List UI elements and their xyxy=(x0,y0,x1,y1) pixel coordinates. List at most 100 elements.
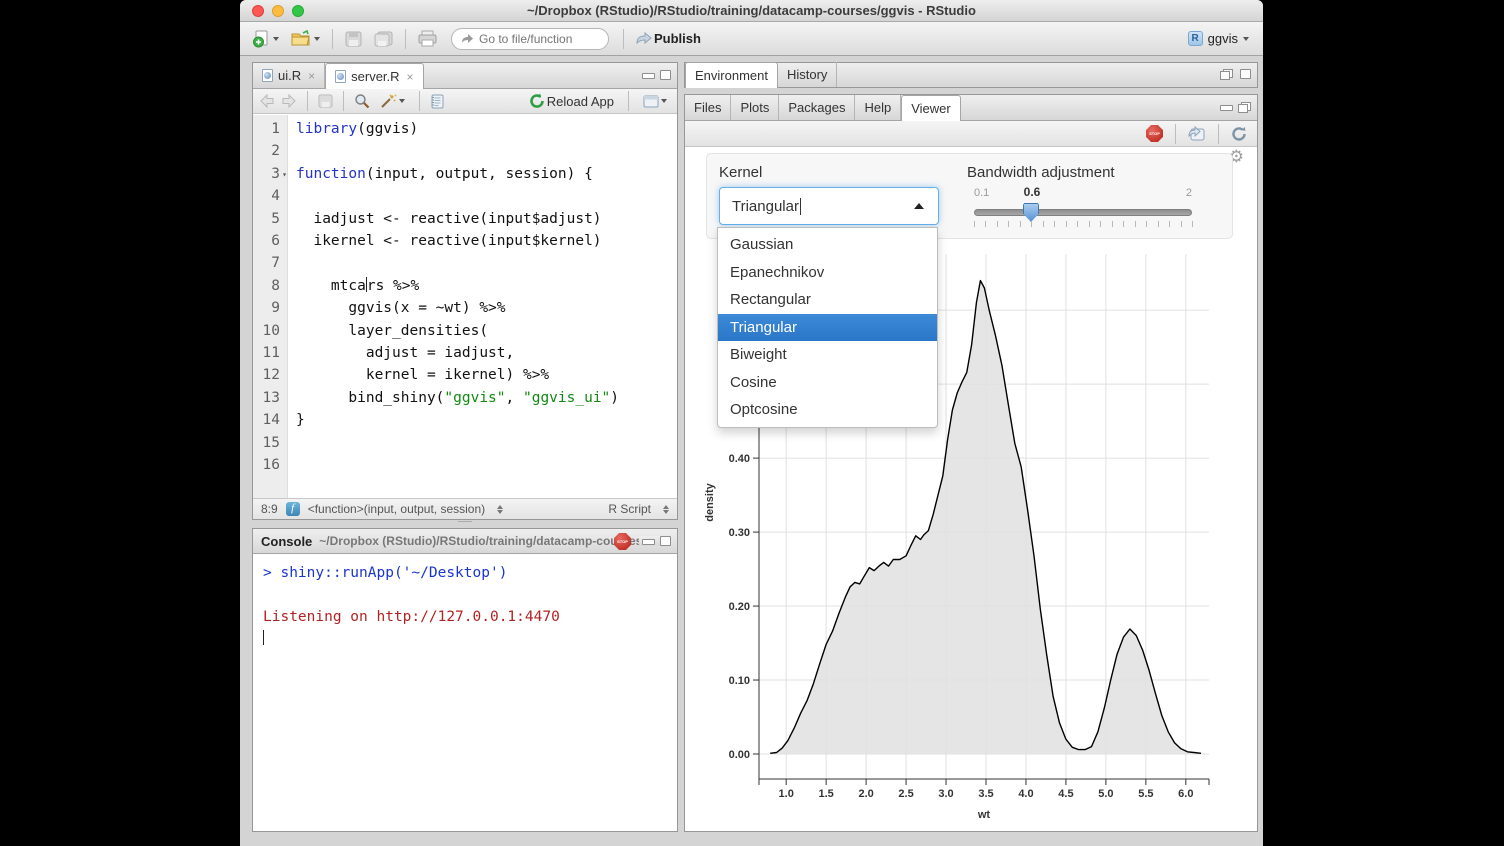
stop-app-icon[interactable]: STOP xyxy=(1146,125,1163,142)
titlebar: ~/Dropbox (RStudio)/RStudio/training/dat… xyxy=(240,0,1263,22)
svg-text:wt: wt xyxy=(977,809,991,821)
source-pane: ui.R × server.R × xyxy=(252,62,678,520)
close-tab-icon[interactable]: × xyxy=(308,69,315,83)
cursor-position: 8:9 xyxy=(261,502,278,516)
reload-app-button[interactable]: Reload App xyxy=(525,90,618,112)
maximize-pane-icon[interactable] xyxy=(1240,69,1251,79)
publish-button[interactable]: Publish xyxy=(632,28,705,49)
r-file-icon xyxy=(262,69,273,82)
svg-text:4.5: 4.5 xyxy=(1058,788,1073,800)
tab-viewer[interactable]: Viewer xyxy=(901,95,961,121)
open-file-button[interactable] xyxy=(287,27,324,50)
project-menu-button[interactable]: R ggvis xyxy=(1182,28,1255,49)
minimize-pane-icon[interactable] xyxy=(1220,102,1231,112)
window-title: ~/Dropbox (RStudio)/RStudio/training/dat… xyxy=(240,3,1263,18)
reload-app-label: Reload App xyxy=(547,94,614,109)
tab-label: History xyxy=(787,67,827,82)
kernel-select-value: Triangular xyxy=(732,198,799,215)
source-menu-button[interactable] xyxy=(639,92,671,111)
restore-pane-icon[interactable] xyxy=(1220,69,1233,80)
minimize-window-button[interactable] xyxy=(272,5,284,17)
search-icon[interactable] xyxy=(354,93,370,109)
file-type-indicator[interactable]: R Script xyxy=(608,502,651,516)
code-line: layer_densities( xyxy=(296,320,619,342)
svg-text:3.0: 3.0 xyxy=(938,788,953,800)
slider-handle[interactable] xyxy=(1023,203,1039,222)
minimize-pane-icon[interactable] xyxy=(642,536,653,546)
dropdown-option-rectangular[interactable]: Rectangular xyxy=(718,286,937,314)
code-line: } xyxy=(296,409,619,431)
dropdown-option-gaussian[interactable]: Gaussian xyxy=(718,231,937,259)
tab-label: Plots xyxy=(740,100,769,115)
tab-ui-r[interactable]: ui.R × xyxy=(253,63,325,88)
save-button[interactable] xyxy=(341,28,366,50)
svg-text:5.0: 5.0 xyxy=(1098,788,1113,800)
dropdown-option-optcosine[interactable]: Optcosine xyxy=(718,396,937,424)
print-icon xyxy=(418,30,437,47)
code-tools-button[interactable] xyxy=(376,91,409,112)
goto-file-search[interactable] xyxy=(451,28,609,50)
close-tab-icon[interactable]: × xyxy=(407,70,414,84)
fold-caret-icon[interactable]: ▾ xyxy=(282,164,287,186)
viewer-tabbar: Files Plots Packages Help Viewer xyxy=(685,95,1257,121)
code-line: kernel = ikernel) %>% xyxy=(296,364,619,386)
forward-icon[interactable] xyxy=(281,94,297,108)
dropdown-option-cosine[interactable]: Cosine xyxy=(718,369,937,397)
bandwidth-label: Bandwidth adjustment xyxy=(967,164,1115,181)
print-button[interactable] xyxy=(414,27,441,50)
maximize-pane-icon[interactable] xyxy=(660,536,671,546)
editor-statusbar: 8:9 f <function>(input, output, session)… xyxy=(253,498,677,519)
code-line: library(ggvis) xyxy=(296,118,619,140)
open-file-caret-icon xyxy=(314,37,320,41)
console-output[interactable]: > shiny::runApp('~/Desktop')Listening on… xyxy=(253,554,677,658)
code-line: function(input, output, session) { xyxy=(296,163,619,185)
kernel-select[interactable]: Triangular xyxy=(719,187,939,225)
tab-label: ui.R xyxy=(278,68,301,83)
new-file-button[interactable] xyxy=(248,27,283,51)
svg-text:0.00: 0.00 xyxy=(729,749,750,761)
dropdown-option-biweight[interactable]: Biweight xyxy=(718,341,937,369)
new-file-icon xyxy=(252,30,271,48)
editor-toolbar: Reload App xyxy=(253,89,677,114)
tab-help[interactable]: Help xyxy=(855,95,901,120)
open-in-new-window-icon[interactable] xyxy=(1188,126,1206,141)
code-line xyxy=(296,185,619,207)
project-caret-icon xyxy=(1243,37,1249,41)
save-icon[interactable] xyxy=(318,94,333,108)
code-editor[interactable]: 123▾45678910111213141516 library(ggvis)f… xyxy=(253,115,677,498)
tab-server-r[interactable]: server.R × xyxy=(325,63,423,89)
maximize-pane-icon[interactable] xyxy=(660,70,671,80)
slider-track[interactable] xyxy=(974,209,1192,216)
svg-text:0.10: 0.10 xyxy=(729,675,750,687)
tab-files[interactable]: Files xyxy=(685,95,731,120)
goto-file-input[interactable] xyxy=(479,32,579,46)
console-line xyxy=(263,584,667,606)
dropdown-option-epanechnikov[interactable]: Epanechnikov xyxy=(718,259,937,287)
console-cursor xyxy=(263,630,264,645)
close-window-button[interactable] xyxy=(252,5,264,17)
minimize-pane-icon[interactable] xyxy=(642,70,653,80)
refresh-icon[interactable] xyxy=(1231,126,1247,142)
tab-plots[interactable]: Plots xyxy=(731,95,779,120)
compile-notebook-icon[interactable] xyxy=(430,94,445,109)
save-all-button[interactable] xyxy=(370,28,397,50)
text-cursor xyxy=(800,198,801,215)
tab-packages[interactable]: Packages xyxy=(779,95,855,120)
main-toolbar: Publish R ggvis xyxy=(240,22,1263,56)
kernel-dropdown-menu: GaussianEpanechnikovRectangularTriangula… xyxy=(717,227,938,428)
tab-history[interactable]: History xyxy=(778,62,837,87)
scope-indicator[interactable]: <function>(input, output, session) xyxy=(308,502,485,516)
restore-pane-icon[interactable] xyxy=(1238,102,1251,113)
code-line: iadjust <- reactive(input$adjust) xyxy=(296,208,619,230)
environment-tabbar: Environment History xyxy=(685,63,1257,87)
svg-text:0.20: 0.20 xyxy=(729,601,750,613)
back-icon[interactable] xyxy=(259,94,275,108)
svg-text:2.5: 2.5 xyxy=(898,788,913,800)
dropdown-option-triangular[interactable]: Triangular xyxy=(718,314,937,342)
zoom-window-button[interactable] xyxy=(292,5,304,17)
reload-icon xyxy=(529,93,545,109)
tab-label: Environment xyxy=(695,68,768,83)
tab-environment[interactable]: Environment xyxy=(685,62,778,88)
slider-ticks xyxy=(974,221,1192,227)
project-cube-icon: R xyxy=(1188,31,1203,46)
